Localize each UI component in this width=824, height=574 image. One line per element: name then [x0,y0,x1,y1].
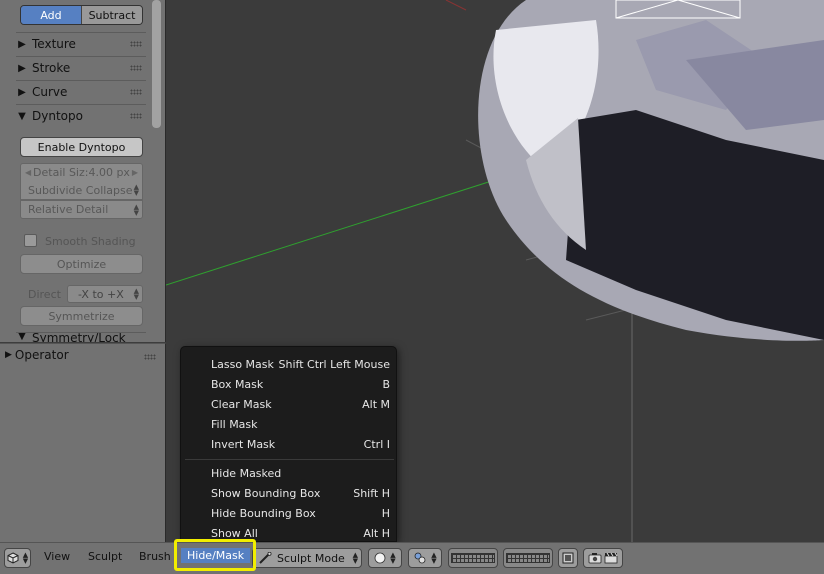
expanded-triangle-icon: ▼ [18,333,26,342]
tool-shelf-scrollbar[interactable] [152,0,161,128]
optimize-button[interactable]: Optimize [20,254,143,274]
viewport-shading-select[interactable]: ▲ ▼ [368,548,402,568]
expanded-triangle-icon: ▼ [18,110,26,122]
menu-item-fill-mask[interactable]: Fill Mask [181,414,398,434]
collapsed-triangle-icon: ▶ [5,350,12,360]
curve-panel-header[interactable]: ▶ Curve [16,81,146,103]
detail-size-field[interactable]: ◀ Detail Siz:4.00 px ▶ [20,163,143,182]
updown-arrows-icon: ▲ ▼ [133,183,139,197]
collapsed-triangle-icon: ▶ [18,38,26,50]
menu-item-lasso-mask[interactable]: Lasso Mask Shift Ctrl Left Mouse [181,354,398,374]
drag-grip-icon[interactable] [130,113,142,119]
direction-select[interactable]: -X to +X ▲ ▼ [67,285,143,303]
operator-panel: ▶ Operator [0,343,166,542]
sphere-shading-icon [374,552,386,564]
camera-icon [588,553,602,564]
updown-arrows-icon: ▲ ▼ [133,202,139,217]
subdivide-collapse-select[interactable]: Subdivide Collapse ▲ ▼ [20,181,143,200]
updown-arrows-icon: ▲ ▼ [133,287,139,301]
editor-type-button[interactable]: ▲ ▼ [4,548,31,568]
updown-arrows-icon: ▲ ▼ [22,551,29,565]
layers-group-1[interactable] [448,548,498,568]
clapper-icon [604,552,618,564]
menu-item-box-mask[interactable]: Box Mask B [181,374,398,394]
menu-item-invert-mask[interactable]: Invert Mask Ctrl I [181,434,398,454]
pivot-icon [414,552,426,564]
x-axis-line [166,169,527,286]
hide-mask-menu: Lasso Mask Shift Ctrl Left Mouse Box Mas… [180,346,397,542]
render-opengl-buttons[interactable] [583,548,623,568]
cube-editor-icon [7,552,19,564]
sculpt-menu[interactable]: Sculpt [88,550,122,563]
symmetrize-button[interactable]: Symmetrize [20,306,143,326]
view-menu[interactable]: View [44,550,70,563]
menu-item-hide-masked[interactable]: Hide Masked [181,463,398,483]
updown-arrows-icon: ▲ ▼ [390,551,396,565]
stroke-panel-header[interactable]: ▶ Stroke [16,57,146,79]
menu-item-clear-mask[interactable]: Clear Mask Alt M [181,394,398,414]
layers-grid-icon [451,553,495,563]
subtract-button[interactable]: Subtract [81,6,142,24]
highlight-annotation-box [174,539,256,571]
drag-grip-icon[interactable] [130,65,142,71]
viewport-header: ▲ ▼ View Sculpt Brush Hide/Mask Sculpt Mo… [0,542,824,574]
drag-grip-icon[interactable] [130,41,142,47]
render-icon [562,552,574,564]
symmetry-lock-panel-header[interactable]: ▼ Symmetry/Lock [16,333,146,342]
updown-arrows-icon: ▲ ▼ [431,551,437,565]
brush-menu[interactable]: Brush [139,550,171,563]
brush-icon [259,552,272,564]
smooth-shading-checkbox[interactable] [24,234,37,247]
layers-group-2[interactable] [503,548,553,568]
decrement-arrow-icon[interactable]: ◀ [25,168,31,177]
collapsed-triangle-icon: ▶ [18,62,26,74]
drag-grip-icon[interactable] [130,89,142,95]
enable-dyntopo-button[interactable]: Enable Dyntopo [20,137,143,157]
pivot-point-select[interactable]: ▲ ▼ [408,548,442,568]
add-subtract-toggle: Add Subtract [20,5,143,25]
smooth-shading-label: Smooth Shading [45,235,136,248]
tool-shelf: Add Subtract ▶ Texture ▶ Stroke ▶ Curve … [0,0,166,342]
texture-panel-header[interactable]: ▶ Texture [16,33,146,55]
menu-item-show-bounding-box[interactable]: Show Bounding Box Shift H [181,483,398,503]
increment-arrow-icon[interactable]: ▶ [132,168,138,177]
menu-separator [185,459,394,460]
collapsed-triangle-icon: ▶ [18,86,26,98]
mode-select[interactable]: Sculpt Mode ▲ ▼ [252,548,362,568]
dyntopo-panel-header[interactable]: ▼ Dyntopo [16,105,146,127]
render-button[interactable] [558,548,578,568]
direction-label: Direct [28,288,61,301]
relative-detail-select[interactable]: Relative Detail ▲ ▼ [20,200,143,219]
updown-arrows-icon: ▲ ▼ [352,551,358,565]
layers-grid-icon [506,553,550,563]
drag-grip-icon[interactable] [144,354,156,360]
add-button[interactable]: Add [21,6,81,24]
menu-item-hide-bounding-box[interactable]: Hide Bounding Box H [181,503,398,523]
operator-panel-header[interactable]: ▶ Operator [5,348,69,362]
